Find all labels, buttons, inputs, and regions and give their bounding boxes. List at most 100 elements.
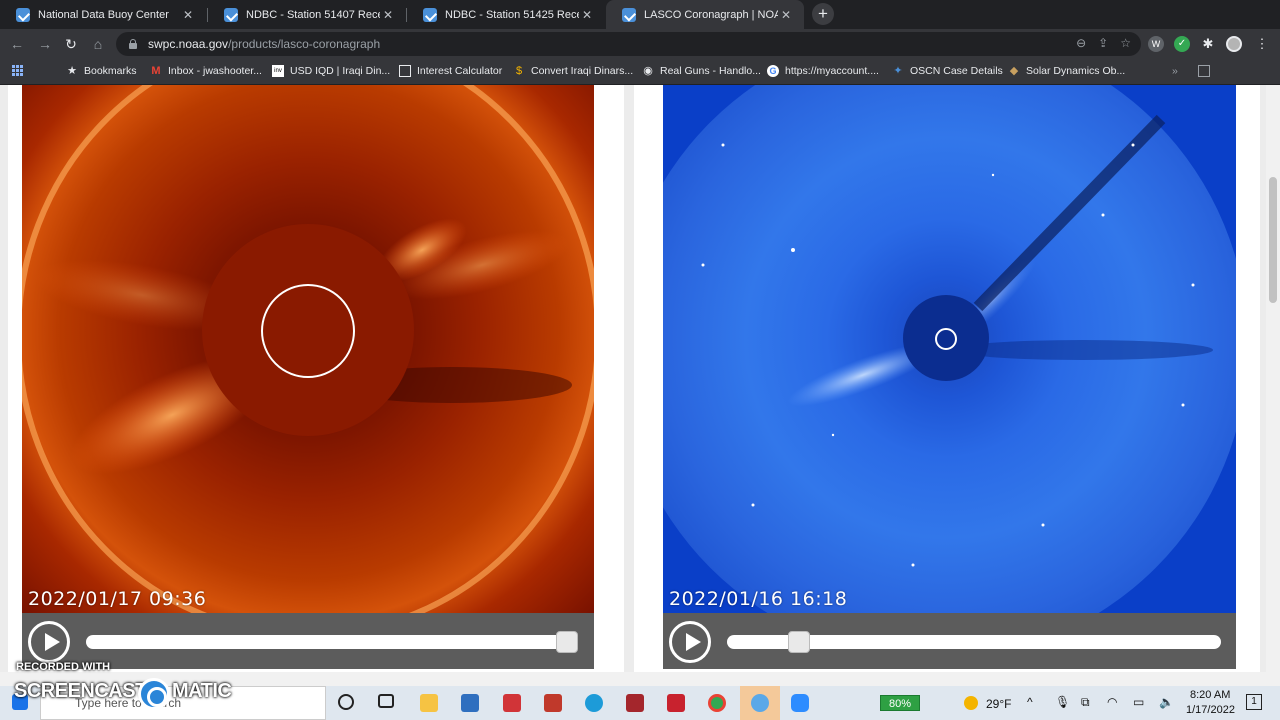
share-icon[interactable]: ⇪ [1098,36,1108,50]
new-tab-button[interactable]: + [812,3,834,25]
volume-icon[interactable]: 🔈 [1159,695,1174,709]
bookmark-convert-iraqi-dinars[interactable]: $ Convert Iraqi Dinars... [513,63,633,79]
tab-lasco-coronagraph[interactable]: LASCO Coronagraph | NOAA / N ✕ [606,0,804,29]
bookmark-label: USD IQD | Iraqi Din... [290,65,391,77]
store-icon[interactable] [461,694,479,712]
extension-check-icon[interactable]: ✓ [1174,36,1190,52]
gmail-icon: M [151,65,161,77]
close-tab-icon[interactable]: ✕ [579,8,595,22]
chrome-icon[interactable] [708,694,726,712]
bookmarks-bar: ★ Bookmarks M Inbox - jwashooter... inv USD… [0,58,1280,85]
oscn-icon: ✦ [893,65,903,77]
sun-outline-circle [935,328,957,350]
watermark-brand-right: MATIC [172,680,232,702]
watermark-recorded-with: RECORDED WITH [16,661,111,673]
browser-toolbar: ← → ↻ ⌂ swpc.noaa.gov/products/lasco-cor… [0,29,1280,58]
menu-kebab-icon[interactable]: ⋮ [1254,36,1270,52]
file-explorer-icon[interactable] [420,694,438,712]
access-icon[interactable] [626,694,644,712]
c3-timestamp: 2022/01/16 16:18 [669,588,848,610]
convert-icon: $ [515,65,523,77]
vertical-scrollbar[interactable] [1266,85,1280,672]
bookmark-label: Real Guns - Handlo... [660,65,761,77]
acrobat-icon[interactable] [544,694,562,712]
tab-title: National Data Buoy Center [38,8,169,21]
reading-list-icon[interactable] [1198,63,1216,79]
c2-slider-handle[interactable] [556,631,578,653]
watermark-brand-left: SCREENCAST [14,680,147,702]
close-tab-icon[interactable]: ✕ [778,8,794,22]
bookmark-label: Solar Dynamics Ob... [1026,65,1126,77]
globe-icon: ◉ [643,65,653,77]
swpc-favicon-icon [622,7,636,22]
screencast-logo-icon [138,678,170,710]
weather-temperature[interactable]: 29°F [986,697,1011,711]
lasco-c2-image: 2022/01/17 09:36 [22,85,594,613]
meet-now-icon[interactable]: ⧉ [1081,695,1090,710]
vertical-scrollbar-thumb[interactable] [1269,177,1277,303]
tab-title: NDBC - Station 51407 Recent Da [246,8,380,21]
star-icon: ★ [67,65,77,77]
cortana-icon[interactable] [338,694,354,710]
c3-timeline-slider[interactable] [727,631,1221,653]
edge-icon[interactable] [585,694,603,712]
tab-ndbc-51407[interactable]: NDBC - Station 51407 Recent Da ✕ [208,0,406,29]
c2-play-button[interactable] [28,621,70,663]
tab-title: NDBC - Station 51425 Recent Da [445,8,579,21]
extension-w-icon[interactable]: W [1148,36,1164,52]
weather-sun-icon[interactable] [964,696,978,710]
bookmark-inbox[interactable]: M Inbox - jwashooter... [150,63,262,79]
noaa-favicon-icon [423,7,437,22]
task-view-icon[interactable] [378,694,394,708]
app-s-icon[interactable] [667,694,685,712]
close-tab-icon[interactable]: ✕ [380,8,396,22]
reload-icon[interactable]: ↻ [62,35,80,53]
tab-national-data-buoy-center[interactable]: National Data Buoy Center ✕ [0,0,206,29]
profile-avatar[interactable] [1226,36,1242,52]
bookmark-myaccount[interactable]: Ghttps://myaccount.... [767,63,879,79]
more-bookmarks-chevron-icon[interactable]: » [1172,63,1178,79]
noaa-favicon-icon [224,7,238,22]
c3-slider-handle[interactable] [788,631,810,653]
tray-chevron-icon[interactable]: ^ [1027,695,1033,709]
bookmark-label: Bookmarks [84,65,137,77]
screencast-active-tab[interactable] [740,686,780,720]
screencast-icon [751,694,769,712]
close-tab-icon[interactable]: ✕ [180,8,196,22]
c3-player-controls [663,613,1236,669]
bookmark-star-icon[interactable]: ☆ [1120,36,1131,50]
zoom-app-icon[interactable] [791,694,809,712]
home-icon[interactable]: ⌂ [89,35,107,53]
extensions-puzzle-icon[interactable]: ✱ [1200,36,1216,52]
calculator-icon [399,65,411,77]
c2-timestamp: 2022/01/17 09:36 [28,588,207,610]
tab-strip: National Data Buoy Center ✕ NDBC - Stati… [0,0,1280,29]
microphone-icon[interactable]: 🎙 [1055,695,1070,709]
forward-arrow-icon[interactable]: → [36,35,54,53]
clock-date[interactable]: 1/17/2022 [1186,704,1235,716]
wifi-icon[interactable]: ◠ [1107,695,1117,709]
back-arrow-icon[interactable]: ← [8,35,26,53]
bookmark-solar-dynamics[interactable]: ◆ Solar Dynamics Ob... [1008,63,1125,79]
bookmark-label: Inbox - jwashooter... [168,65,262,77]
bookmark-bookmarks[interactable]: ★ Bookmarks [66,63,137,79]
zoom-icon[interactable]: ⊖ [1076,36,1086,50]
app-icon[interactable] [503,694,521,712]
clock-time[interactable]: 8:20 AM [1190,689,1230,701]
c2-timeline-slider[interactable] [86,631,578,653]
address-bar[interactable]: swpc.noaa.gov/products/lasco-coronagraph… [116,32,1141,56]
apps-grid-icon[interactable] [12,65,24,77]
c3-play-button[interactable] [669,621,711,663]
battery-indicator[interactable]: 80% [880,695,920,711]
notification-center-icon[interactable]: 1 [1246,694,1262,710]
bookmark-real-guns[interactable]: ◉ Real Guns - Handlo... [642,63,761,79]
bookmark-oscn-case-details[interactable]: ✦ OSCN Case Details [892,63,1003,79]
bookmark-interest-calculator[interactable]: Interest Calculator [399,63,502,79]
google-icon: G [767,65,779,77]
battery-tray-icon[interactable]: ▭ [1133,695,1144,709]
tab-ndbc-51425[interactable]: NDBC - Station 51425 Recent Da ✕ [407,0,605,29]
bookmark-usd-iqd[interactable]: inv USD IQD | Iraqi Din... [272,63,390,79]
bookmark-label: https://myaccount.... [785,65,879,77]
bookmark-label: OSCN Case Details [910,65,1003,77]
sdo-icon: ◆ [1009,65,1019,77]
